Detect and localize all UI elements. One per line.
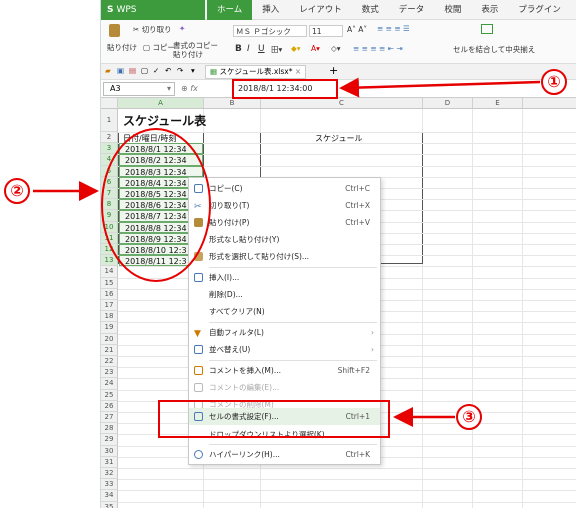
arrow-callout-1 bbox=[339, 77, 541, 98]
annotation-arrows bbox=[33, 77, 541, 427]
